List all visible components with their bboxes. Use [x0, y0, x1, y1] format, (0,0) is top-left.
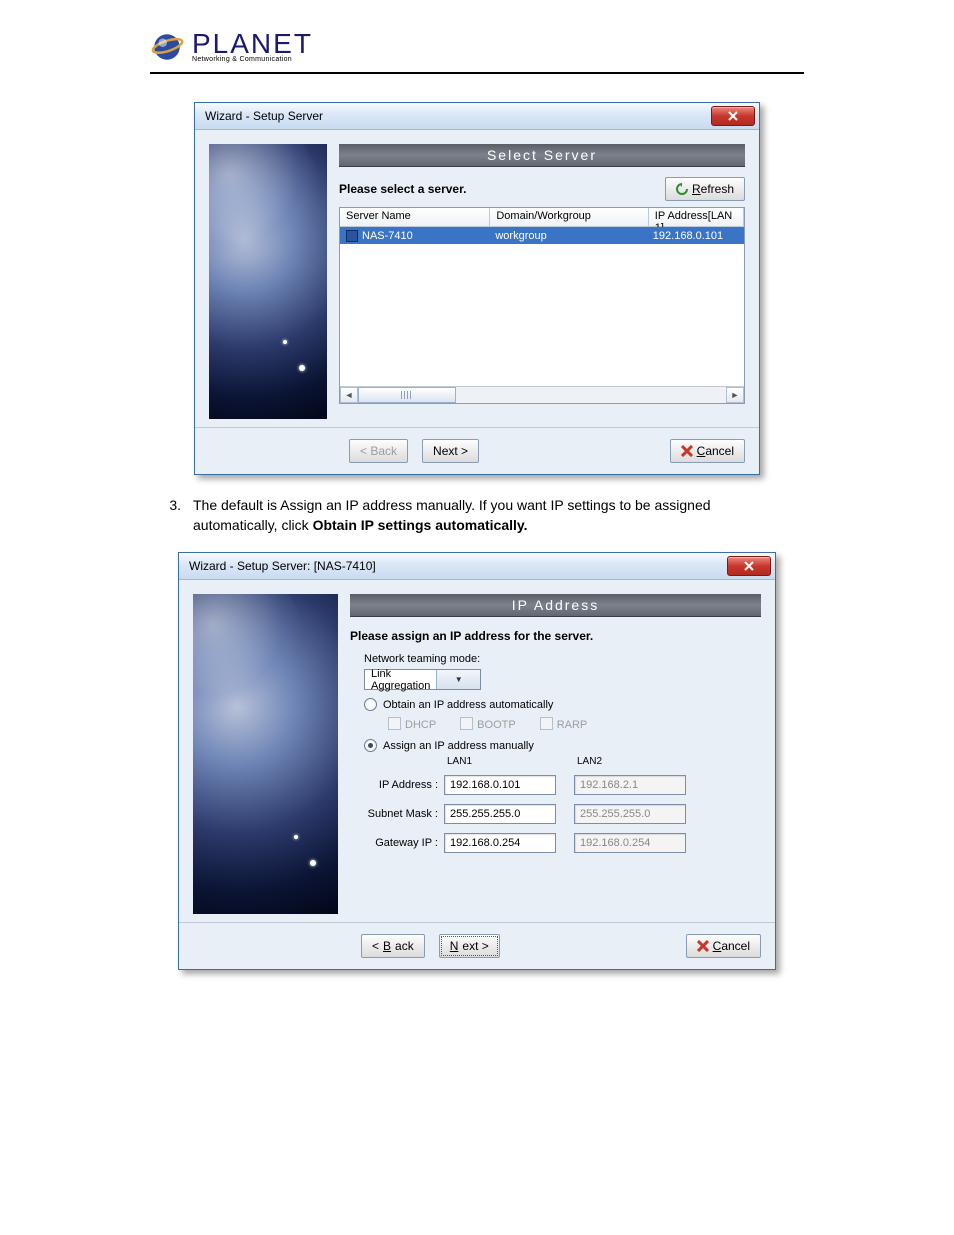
subtitle: Please assign an IP address for the serv…	[350, 629, 761, 643]
back-button[interactable]: < Back	[361, 934, 425, 958]
lan1-subnet-input[interactable]	[444, 804, 556, 824]
lan2-subnet-input	[574, 804, 686, 824]
wizard-sidebar-image	[193, 594, 338, 914]
col-domain[interactable]: Domain/Workgroup	[490, 208, 648, 226]
cancel-label: Cancel	[697, 444, 734, 458]
refresh-icon	[676, 183, 688, 195]
close-button[interactable]	[711, 106, 755, 126]
step-text: The default is Assign an IP address manu…	[193, 495, 797, 536]
document-page: PLANET Networking & Communication Wizard…	[0, 0, 954, 1050]
step-number: 3.	[157, 495, 181, 536]
netmode-select[interactable]: Link Aggregation ▼	[364, 669, 481, 690]
checkbox-icon	[388, 717, 401, 730]
titlebar: Wizard - Setup Server: [NAS-7410]	[179, 553, 775, 580]
logo-text-block: PLANET Networking & Communication	[192, 31, 313, 62]
col-server-name[interactable]: Server Name	[340, 208, 490, 226]
auto-protocol-checks: DHCP BOOTP RARP	[388, 717, 755, 731]
radio-icon	[364, 739, 377, 752]
window-body: IP Address Please assign an IP address f…	[179, 580, 775, 923]
wizard-window-select-server: Wizard - Setup Server Select Server Plea…	[194, 102, 760, 475]
scroll-track[interactable]	[358, 387, 726, 403]
planet-logo-icon	[150, 30, 184, 64]
header-divider	[150, 72, 804, 74]
server-icon	[346, 230, 358, 242]
ip-fields-grid: LAN1 LAN2 IP Address : Subnet Mask : Gat…	[364, 756, 755, 853]
back-button[interactable]: < Back	[349, 439, 408, 463]
scroll-thumb[interactable]	[358, 387, 456, 403]
wizard-footer: < Back Next > Cancel	[179, 923, 775, 969]
cell-ip: 192.168.0.101	[647, 230, 744, 242]
wizard-footer: < Back Next > Cancel	[195, 428, 759, 474]
ip-label: IP Address :	[364, 779, 444, 791]
cell-server-name: NAS-7410	[340, 230, 489, 242]
logo-text: PLANET	[192, 31, 313, 56]
scroll-right-icon[interactable]: ►	[726, 387, 744, 403]
titlebar: Wizard - Setup Server	[195, 103, 759, 130]
chevron-down-icon: ▼	[436, 670, 480, 689]
wizard-window-ip-address: Wizard - Setup Server: [NAS-7410] IP Add…	[178, 552, 776, 970]
radio-manual[interactable]: Assign an IP address manually	[364, 739, 755, 752]
lan2-heading: LAN2	[577, 756, 686, 766]
gateway-label: Gateway IP :	[364, 837, 444, 849]
lan1-gateway-input[interactable]	[444, 833, 556, 853]
lan1-ip-input[interactable]	[444, 775, 556, 795]
lan1-heading: LAN1	[447, 756, 556, 766]
next-button[interactable]: Next >	[422, 439, 479, 463]
section-header: IP Address	[350, 594, 761, 617]
server-table[interactable]: Server Name Domain/Workgroup IP Address[…	[339, 207, 745, 404]
main-panel: IP Address Please assign an IP address f…	[350, 594, 761, 914]
subtitle-row: Please select a server. Refresh	[339, 177, 745, 201]
subtitle: Please select a server.	[339, 182, 466, 196]
section-header: Select Server	[339, 144, 745, 167]
radio-auto[interactable]: Obtain an IP address automatically	[364, 698, 755, 711]
netmode-value: Link Aggregation	[365, 668, 436, 692]
chk-dhcp: DHCP	[388, 717, 436, 731]
cell-domain: workgroup	[489, 230, 646, 242]
x-icon	[681, 445, 693, 457]
cancel-label: Cancel	[713, 939, 750, 953]
col-ip[interactable]: IP Address[LAN 1]	[649, 208, 744, 226]
horizontal-scrollbar[interactable]: ◄ ►	[340, 386, 744, 403]
close-button[interactable]	[727, 556, 771, 576]
lan2-ip-input	[574, 775, 686, 795]
section-title: Select Server	[487, 147, 597, 163]
ip-form: Network teaming mode: Link Aggregation ▼…	[350, 645, 761, 854]
window-title: Wizard - Setup Server: [NAS-7410]	[189, 559, 376, 573]
planet-logo: PLANET Networking & Communication	[150, 30, 954, 64]
chk-bootp: BOOTP	[460, 717, 516, 731]
page-header: PLANET Networking & Communication	[0, 30, 954, 72]
close-icon	[728, 111, 738, 121]
instruction-step-3: 3. The default is Assign an IP address m…	[157, 495, 797, 536]
chk-rarp: RARP	[540, 717, 588, 731]
cancel-button[interactable]: Cancel	[670, 439, 745, 463]
radio-manual-label: Assign an IP address manually	[383, 740, 534, 752]
x-icon	[697, 940, 709, 952]
main-panel: Select Server Please select a server. Re…	[339, 144, 745, 419]
radio-icon	[364, 698, 377, 711]
refresh-button[interactable]: Refresh	[665, 177, 745, 201]
window-title: Wizard - Setup Server	[205, 109, 323, 123]
next-button[interactable]: Next >	[439, 934, 500, 958]
subnet-label: Subnet Mask :	[364, 808, 444, 820]
table-header: Server Name Domain/Workgroup IP Address[…	[340, 208, 744, 227]
section-title: IP Address	[512, 597, 599, 613]
refresh-label: Refresh	[692, 182, 734, 196]
checkbox-icon	[460, 717, 473, 730]
close-icon	[744, 561, 754, 571]
window-body: Select Server Please select a server. Re…	[195, 130, 759, 428]
lan2-gateway-input	[574, 833, 686, 853]
table-row[interactable]: NAS-7410 workgroup 192.168.0.101	[340, 227, 744, 244]
netmode-label: Network teaming mode:	[364, 653, 755, 665]
scroll-left-icon[interactable]: ◄	[340, 387, 358, 403]
wizard-sidebar-image	[209, 144, 327, 419]
checkbox-icon	[540, 717, 553, 730]
radio-auto-label: Obtain an IP address automatically	[383, 699, 553, 711]
cancel-button[interactable]: Cancel	[686, 934, 761, 958]
